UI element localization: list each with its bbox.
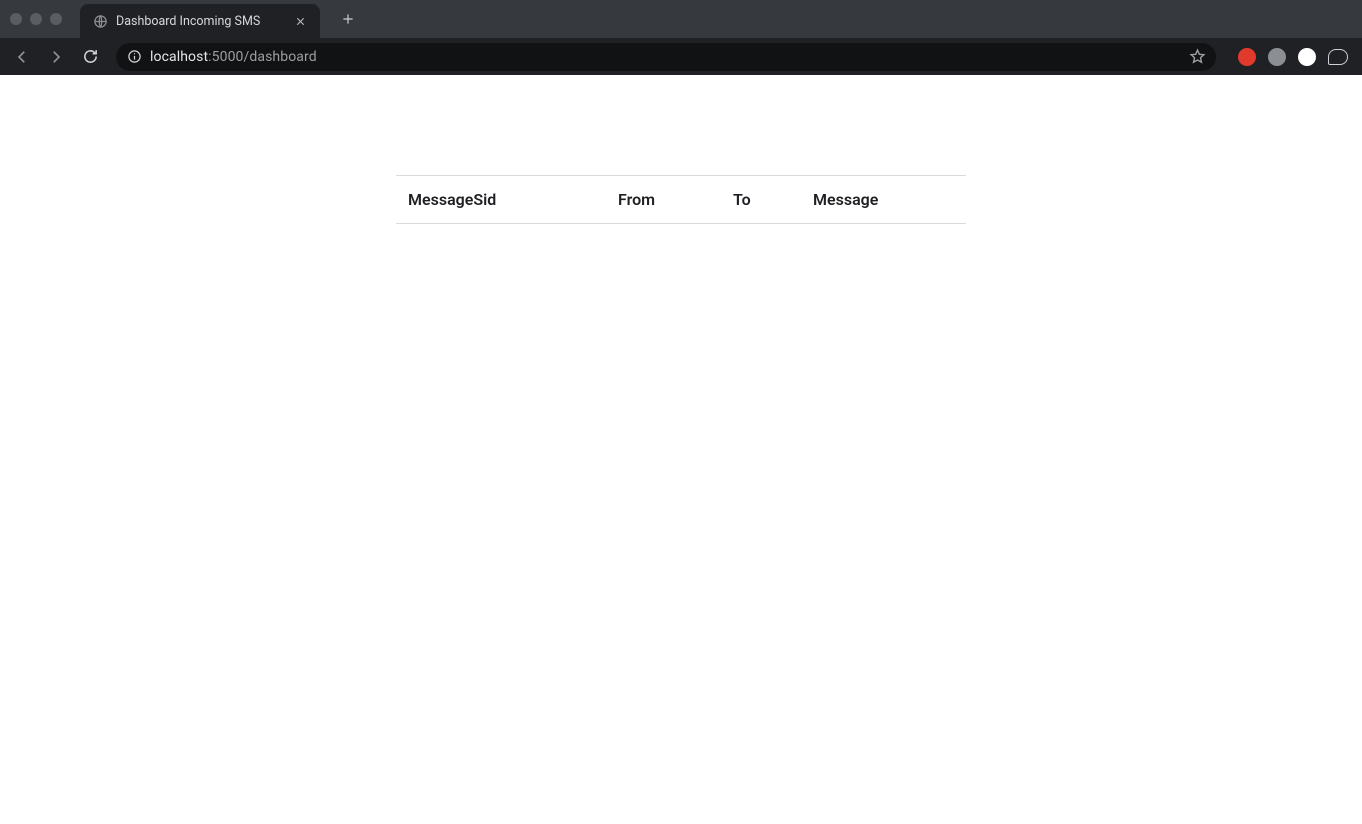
browser-chrome: Dashboard Incoming SMS — [0, 0, 1362, 75]
incoming-sms-table: MessageSid From To Message — [396, 175, 966, 824]
browser-tab-active[interactable]: Dashboard Incoming SMS — [80, 4, 320, 38]
extension-icons — [1228, 48, 1354, 66]
table-body — [396, 224, 966, 824]
window-minimize-dot[interactable] — [30, 13, 42, 25]
new-tab-button[interactable] — [334, 5, 362, 33]
extension-icon-1[interactable] — [1238, 48, 1256, 66]
window-close-dot[interactable] — [10, 13, 22, 25]
site-info-icon[interactable] — [126, 49, 142, 65]
page-content: MessageSid From To Message — [0, 75, 1362, 824]
extension-icon-3[interactable] — [1298, 48, 1316, 66]
bookmark-star-icon[interactable] — [1188, 48, 1206, 66]
extension-icon-4[interactable] — [1328, 49, 1348, 65]
browser-toolbar: localhost:5000/dashboard — [0, 38, 1362, 75]
window-traffic-lights — [10, 13, 62, 25]
forward-button[interactable] — [42, 43, 70, 71]
address-bar[interactable]: localhost:5000/dashboard — [116, 43, 1216, 71]
col-header-from: From — [606, 176, 721, 224]
col-header-message: Message — [801, 176, 966, 224]
window-maximize-dot[interactable] — [50, 13, 62, 25]
globe-icon — [92, 13, 108, 29]
back-button[interactable] — [8, 43, 36, 71]
url-rest: :5000/dashboard — [208, 49, 317, 65]
col-header-messagesid: MessageSid — [396, 176, 606, 224]
table-header-row: MessageSid From To Message — [396, 176, 966, 224]
tab-strip: Dashboard Incoming SMS — [0, 0, 1362, 38]
url-host: localhost — [150, 49, 208, 65]
reload-button[interactable] — [76, 43, 104, 71]
col-header-to: To — [721, 176, 801, 224]
close-icon[interactable] — [292, 13, 308, 29]
tab-title: Dashboard Incoming SMS — [116, 14, 284, 29]
url-text: localhost:5000/dashboard — [150, 49, 317, 65]
extension-icon-2[interactable] — [1268, 48, 1286, 66]
